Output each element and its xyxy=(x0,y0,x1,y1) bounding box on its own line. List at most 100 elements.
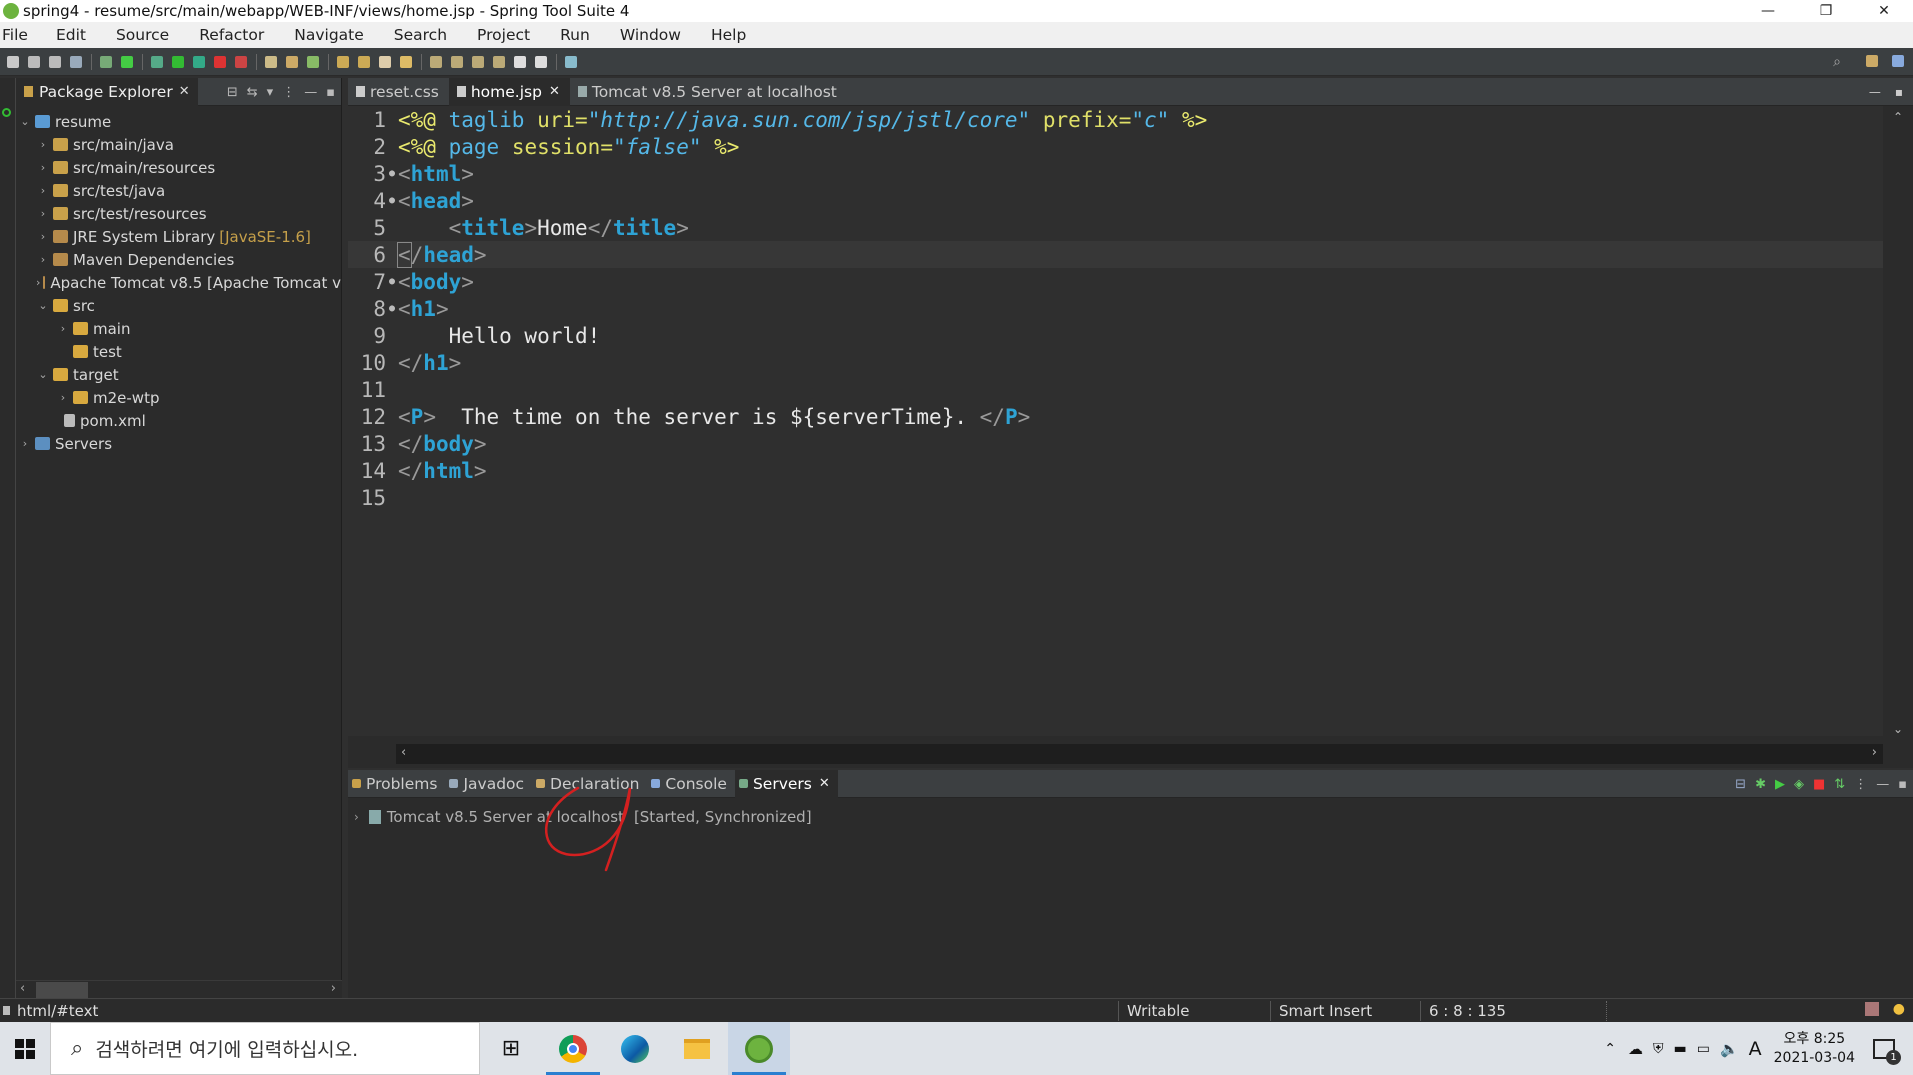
open-perspective-icon[interactable] xyxy=(1866,55,1878,67)
maximize-view-icon[interactable]: ▪ xyxy=(1898,777,1907,792)
explorer-horizontal-scrollbar[interactable]: ‹ › xyxy=(16,980,342,998)
chevron-right-icon[interactable]: › xyxy=(18,437,32,450)
debug-icon[interactable] xyxy=(151,55,163,68)
menu-source[interactable]: Source xyxy=(116,26,183,44)
minimize-view-icon[interactable]: — xyxy=(1869,85,1881,99)
menu-window[interactable]: Window xyxy=(620,26,695,44)
tree-item-src[interactable]: ⌄ src xyxy=(16,294,341,317)
skip-breakpoints-icon[interactable] xyxy=(100,55,112,68)
menu-navigate[interactable]: Navigate xyxy=(294,26,378,44)
tree-item-maven-dependencies[interactable]: › Maven Dependencies xyxy=(16,248,341,271)
chevron-right-icon[interactable]: › xyxy=(36,230,50,243)
close-window-button[interactable]: ✕ xyxy=(1855,0,1913,22)
notification-center-icon[interactable]: 1 xyxy=(1873,1038,1901,1065)
chevron-right-icon[interactable]: › xyxy=(36,184,50,197)
view-menu-icon[interactable]: ⋮ xyxy=(1854,777,1867,792)
publish-icon[interactable]: ⇅ xyxy=(1834,777,1845,792)
close-icon[interactable]: ✕ xyxy=(179,84,190,99)
chevron-right-icon[interactable]: › xyxy=(56,322,70,335)
scroll-left-icon[interactable]: ‹ xyxy=(20,981,25,996)
scroll-right-icon[interactable]: › xyxy=(331,981,336,996)
tab-problems[interactable]: Problems xyxy=(348,770,445,798)
tree-item-servers[interactable]: › Servers xyxy=(16,432,341,455)
maximize-view-icon[interactable]: ▪ xyxy=(1895,85,1903,99)
annotation-icon[interactable] xyxy=(400,55,412,68)
ime-indicator[interactable]: A xyxy=(1749,1038,1762,1060)
collapse-all-icon[interactable]: ⊟ xyxy=(1735,777,1746,792)
java-ee-perspective-icon[interactable] xyxy=(1892,55,1904,67)
start-server-icon[interactable]: ▶ xyxy=(1775,777,1785,792)
lightbulb-icon[interactable]: ● xyxy=(1893,1001,1905,1017)
editor-horizontal-scrollbar[interactable]: ‹ › xyxy=(396,744,1883,764)
chrome-taskbar-button[interactable] xyxy=(542,1022,604,1075)
code-editor[interactable]: 1 <%@ taglib uri="http://java.sun.com/js… xyxy=(348,106,1883,736)
last-edit-location-icon[interactable] xyxy=(493,55,505,68)
tab-reset-css[interactable]: reset.css xyxy=(348,78,449,106)
chevron-right-icon[interactable]: › xyxy=(36,161,50,174)
trash-icon[interactable] xyxy=(1865,1002,1879,1016)
new-package-icon[interactable] xyxy=(286,55,298,68)
tab-tomcat-server[interactable]: Tomcat v8.5 Server at localhost xyxy=(570,78,847,106)
chevron-right-icon[interactable]: › xyxy=(354,810,359,824)
menu-file[interactable]: File xyxy=(0,26,42,44)
file-explorer-taskbar-button[interactable] xyxy=(666,1022,728,1075)
menu-search[interactable]: Search xyxy=(394,26,461,44)
tree-item-pom-xml[interactable]: pom.xml xyxy=(16,409,341,432)
volume-icon[interactable]: 🔈 xyxy=(1720,1040,1739,1058)
tree-item-target[interactable]: ⌄ target xyxy=(16,363,341,386)
fold-toggle-icon[interactable]: ● xyxy=(386,195,398,206)
chevron-right-icon[interactable]: › xyxy=(36,253,50,266)
new-class-icon[interactable] xyxy=(307,55,319,68)
chevron-right-icon[interactable]: › xyxy=(56,391,70,404)
debug-server-icon[interactable]: ✱ xyxy=(1755,777,1766,792)
minimize-view-icon[interactable]: — xyxy=(1876,777,1889,792)
open-task-icon[interactable] xyxy=(358,55,370,68)
chevron-down-icon[interactable]: ⌄ xyxy=(36,368,50,381)
save-icon[interactable] xyxy=(28,55,40,68)
view-menu-icon[interactable]: ⋮ xyxy=(282,85,295,100)
back-icon[interactable] xyxy=(514,55,526,68)
menu-refactor[interactable]: Refactor xyxy=(199,26,278,44)
fold-toggle-icon[interactable]: ● xyxy=(386,276,398,287)
menu-help[interactable]: Help xyxy=(711,26,760,44)
filter-icon[interactable]: ▾ xyxy=(267,85,274,100)
run-icon[interactable] xyxy=(172,55,184,68)
collapse-all-icon[interactable]: ⊟ xyxy=(227,85,238,100)
tree-item-apache-tomcat[interactable]: › Apache Tomcat v8.5 [Apache Tomcat v xyxy=(16,271,341,294)
profile-server-icon[interactable]: ◈ xyxy=(1794,777,1804,792)
menu-edit[interactable]: Edit xyxy=(56,26,100,44)
external-tools-icon[interactable] xyxy=(235,55,247,68)
tree-item-src-test-resources[interactable]: › src/test/resources xyxy=(16,202,341,225)
new-icon[interactable] xyxy=(7,55,19,68)
forward-icon[interactable] xyxy=(535,55,547,68)
search-toolbar-icon[interactable] xyxy=(379,55,391,68)
spring-boot-dashboard-icon[interactable] xyxy=(121,55,133,68)
maximize-view-icon[interactable]: ▪ xyxy=(326,85,335,100)
restore-button[interactable]: ❐ xyxy=(1797,0,1855,22)
scrollbar-thumb[interactable] xyxy=(36,982,88,998)
fold-toggle-icon[interactable]: ● xyxy=(386,168,398,179)
taskbar-search[interactable]: ⌕ 검색하려면 여기에 입력하십시오. xyxy=(50,1022,480,1075)
sts-taskbar-button[interactable] xyxy=(728,1022,790,1075)
last-edit-icon[interactable] xyxy=(472,55,484,68)
new-java-project-icon[interactable] xyxy=(265,55,277,68)
battery-icon[interactable]: ▬ xyxy=(1673,1041,1686,1057)
tab-servers[interactable]: Servers ✕ xyxy=(734,769,838,798)
tree-item-src-main-resources[interactable]: › src/main/resources xyxy=(16,156,341,179)
start-button[interactable] xyxy=(0,1022,50,1075)
clock[interactable]: 오후 8:25 2021-03-04 xyxy=(1774,1030,1855,1068)
coverage-icon[interactable] xyxy=(193,55,205,68)
tree-item-src-test-java[interactable]: › src/test/java xyxy=(16,179,341,202)
chevron-down-icon[interactable]: ⌄ xyxy=(36,299,50,312)
fold-toggle-icon[interactable]: ● xyxy=(386,303,398,314)
chevron-down-icon[interactable]: ⌄ xyxy=(18,115,32,128)
menu-project[interactable]: Project xyxy=(477,26,544,44)
tree-item-main[interactable]: › main xyxy=(16,317,341,340)
open-type-icon[interactable] xyxy=(337,55,349,68)
pin-editor-icon[interactable] xyxy=(565,55,577,68)
network-icon[interactable]: ▭ xyxy=(1697,1041,1710,1057)
stop-icon[interactable] xyxy=(214,55,226,68)
scroll-right-icon[interactable]: › xyxy=(1872,745,1877,760)
menu-run[interactable]: Run xyxy=(560,26,604,44)
next-annotation-icon[interactable] xyxy=(430,55,442,68)
